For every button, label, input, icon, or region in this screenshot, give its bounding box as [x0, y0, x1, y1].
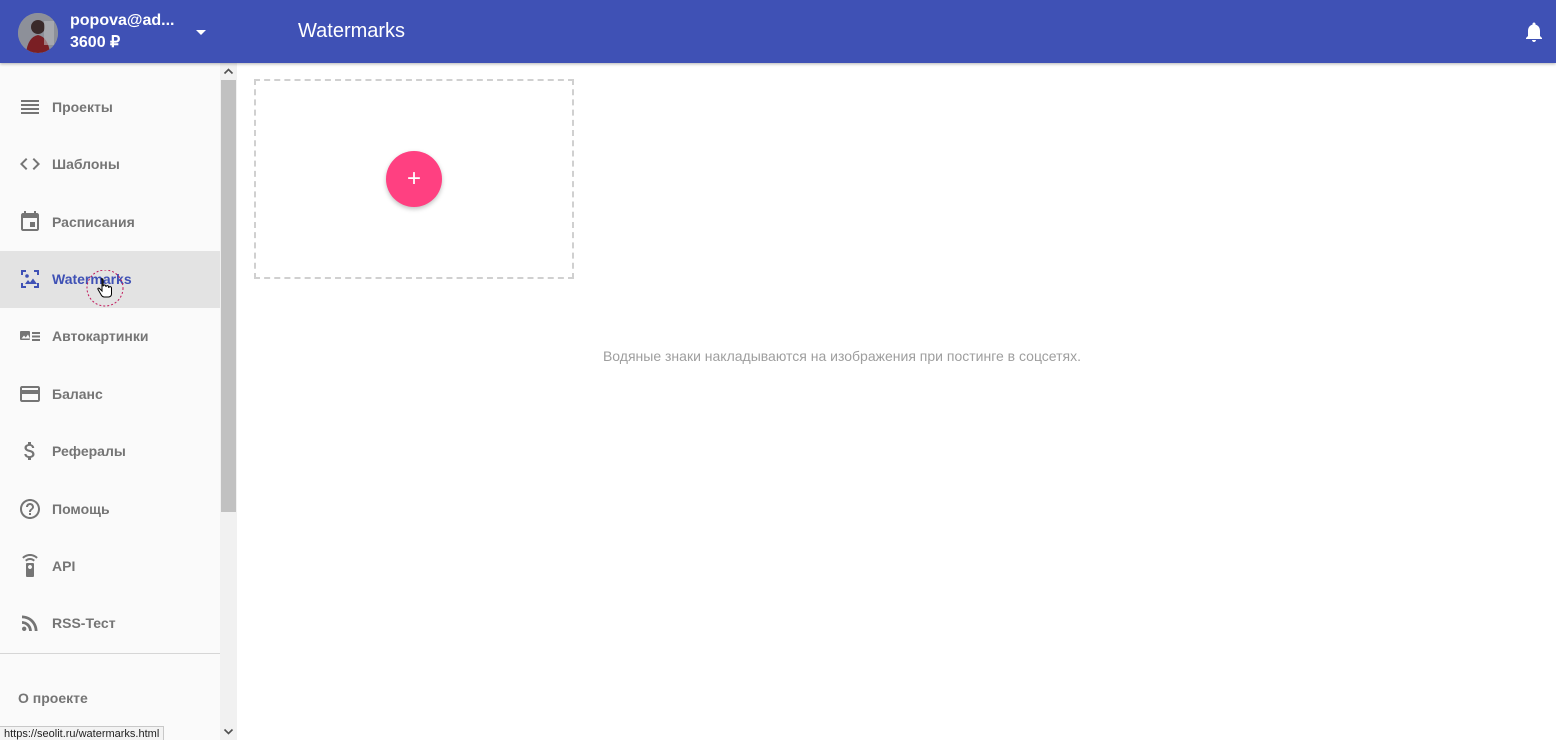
sidebar-item-label: Автокартинки [52, 328, 149, 344]
page-title: Watermarks [298, 20, 406, 42]
main-content: + Водяные знаки накладываются на изображ… [237, 63, 1556, 740]
dollar-icon [24, 442, 35, 460]
sidebar-item-api[interactable]: API [0, 538, 220, 595]
add-watermark-button[interactable]: + [386, 151, 442, 207]
rss-icon [22, 615, 38, 631]
sidebar-item-templates[interactable]: Шаблоны [0, 136, 220, 193]
add-watermark-card[interactable]: + [254, 79, 574, 279]
sidebar-item-label: Рефералы [52, 443, 126, 459]
sidebar: Проекты Шаблоны Расписания Watermarks Ав… [0, 63, 220, 740]
sidebar-item-projects[interactable]: Проекты [0, 79, 220, 136]
bell-icon [1526, 22, 1542, 42]
help-circle-icon [20, 499, 40, 519]
watermark-image-icon [21, 270, 39, 288]
sidebar-item-label: Шаблоны [52, 156, 120, 172]
sidebar-item-rss-test[interactable]: RSS-Тест [0, 595, 220, 652]
sidebar-item-label: Расписания [52, 214, 135, 230]
user-email: popova@ad... [70, 12, 175, 29]
sidebar-item-schedules[interactable]: Расписания [0, 194, 220, 251]
notifications-button[interactable] [1522, 20, 1546, 44]
sidebar-item-label: Watermarks [52, 271, 132, 287]
avatar[interactable] [18, 13, 58, 53]
code-icon [20, 158, 40, 170]
sidebar-item-label: Проекты [52, 99, 113, 115]
sidebar-divider [0, 653, 220, 654]
sidebar-item-label: Баланс [52, 386, 103, 402]
watermarks-info-text: Водяные знаки накладываются на изображен… [602, 348, 1082, 364]
sidebar-item-balance[interactable]: Баланс [0, 366, 220, 423]
sidebar-item-label: API [52, 558, 76, 574]
sidebar-item-label: RSS-Тест [52, 615, 116, 631]
sidebar-item-autoimages[interactable]: Автокартинки [0, 308, 220, 365]
top-app-bar: popova@ad... 3600 ₽ Watermarks [0, 0, 1556, 63]
list-icon [21, 100, 39, 114]
scroll-up-arrow-icon[interactable] [220, 63, 237, 80]
user-balance: 3600 ₽ [70, 34, 121, 51]
sidebar-item-watermarks[interactable]: Watermarks [0, 251, 220, 308]
remote-icon [22, 554, 38, 577]
scrollbar-thumb[interactable] [221, 80, 236, 512]
auto-image-icon [20, 331, 40, 341]
sidebar-item-help[interactable]: Помощь [0, 481, 220, 538]
calendar-icon [21, 211, 39, 231]
sidebar-item-referrals[interactable]: Рефералы [0, 423, 220, 480]
status-bar-url: https://seolit.ru/watermarks.html [0, 726, 165, 740]
about-link[interactable]: О проекте [18, 690, 88, 706]
sidebar-scrollbar[interactable] [220, 63, 237, 740]
credit-card-icon [20, 386, 40, 402]
chevron-down-icon [196, 30, 206, 35]
sidebar-item-label: Помощь [52, 501, 110, 517]
scroll-down-arrow-icon[interactable] [220, 723, 237, 740]
user-menu-dropdown[interactable] [190, 22, 212, 42]
